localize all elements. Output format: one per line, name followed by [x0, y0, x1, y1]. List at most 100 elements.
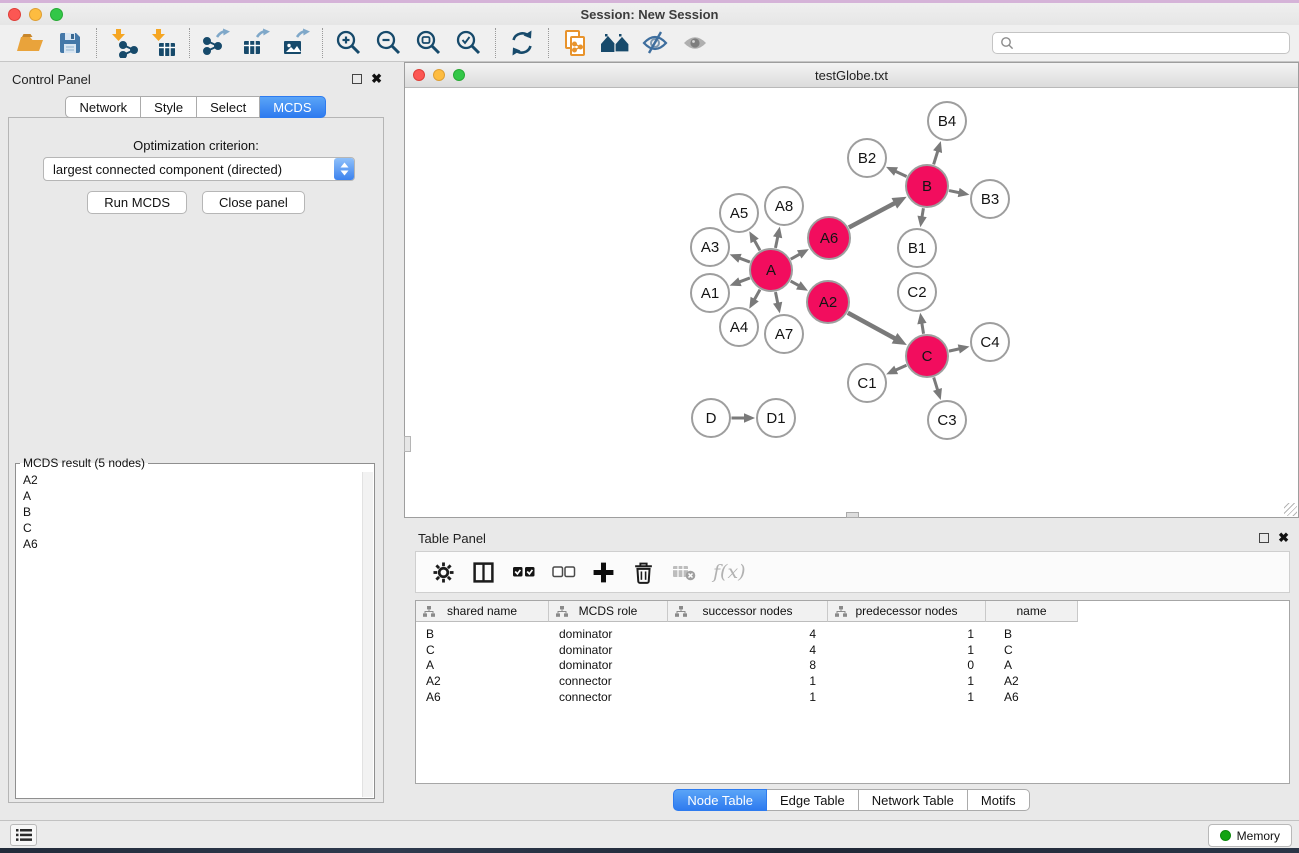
graph-node-A2[interactable]: A2 — [807, 281, 849, 323]
graph-node-A8[interactable]: A8 — [765, 187, 803, 225]
graph-node-B4[interactable]: B4 — [928, 102, 966, 140]
network-graph-canvas[interactable]: B4 B2 B B3 A8A5 A6 A3 B1 A C2 A1 A2 A4A7 C4 C C1 C3 D D1 — [405, 89, 1298, 517]
graph-node-C[interactable]: C — [906, 335, 948, 377]
graph-edge-A2-C[interactable] — [848, 313, 896, 339]
graph-edge-A-A7[interactable] — [775, 292, 777, 304]
zoom-out-icon[interactable] — [369, 27, 409, 59]
graph-node-A[interactable]: A — [750, 249, 792, 291]
graph-node-B3[interactable]: B3 — [971, 180, 1009, 218]
graph-node-B[interactable]: B — [906, 165, 948, 207]
export-network-icon[interactable] — [196, 27, 236, 59]
column-header-shared-name[interactable]: shared name — [416, 601, 549, 622]
graph-edge-A-A8[interactable] — [775, 236, 777, 248]
graph-node-A4[interactable]: A4 — [720, 308, 758, 346]
zoom-fit-icon[interactable] — [409, 27, 449, 59]
result-scrollbar[interactable] — [362, 472, 373, 797]
table-row[interactable]: A2connector11A2 — [416, 673, 1289, 689]
run-mcds-button[interactable]: Run MCDS — [87, 191, 187, 214]
columns-icon[interactable] — [471, 560, 496, 585]
graph-node-A1[interactable]: A1 — [691, 274, 729, 312]
float-panel-icon[interactable] — [1259, 533, 1269, 543]
graph-edge-A-A3[interactable] — [739, 258, 750, 262]
double-house-icon[interactable] — [595, 27, 635, 59]
tab-node-table[interactable]: Node Table — [673, 789, 767, 811]
gear-icon[interactable] — [431, 560, 456, 585]
trash-icon[interactable] — [631, 560, 656, 585]
graph-node-C2[interactable]: C2 — [898, 273, 936, 311]
table-row[interactable]: Adominator80A — [416, 657, 1289, 673]
export-image-icon[interactable] — [276, 27, 316, 59]
table-row[interactable]: Cdominator41C — [416, 642, 1289, 658]
graph-node-D[interactable]: D — [692, 399, 730, 437]
tab-network-table[interactable]: Network Table — [859, 789, 968, 811]
graph-node-D1[interactable]: D1 — [757, 399, 795, 437]
mcds-result-item[interactable]: B — [17, 504, 361, 520]
tab-select[interactable]: Select — [197, 96, 260, 118]
graph-node-C1[interactable]: C1 — [848, 364, 886, 402]
split-divider-handle[interactable] — [846, 512, 859, 518]
table-row[interactable]: Bdominator41B — [416, 626, 1289, 642]
float-panel-icon[interactable] — [352, 74, 362, 84]
graph-edge-A-A2[interactable] — [791, 281, 800, 286]
graph-edge-C-C1[interactable] — [895, 365, 906, 370]
tab-network[interactable]: Network — [65, 96, 141, 118]
select-all-checkboxes-icon[interactable] — [511, 560, 536, 585]
split-divider-handle[interactable] — [404, 436, 411, 452]
graph-node-B2[interactable]: B2 — [848, 139, 886, 177]
graph-node-A6[interactable]: A6 — [808, 217, 850, 259]
graph-node-B1[interactable]: B1 — [898, 229, 936, 267]
graph-node-C3[interactable]: C3 — [928, 401, 966, 439]
mcds-result-item[interactable]: C — [17, 520, 361, 536]
zoom-selected-icon[interactable] — [449, 27, 489, 59]
refresh-icon[interactable] — [502, 27, 542, 59]
graph-edge-A-A1[interactable] — [739, 278, 750, 282]
graph-edge-B-B1[interactable] — [922, 208, 923, 217]
graph-edge-B-B2[interactable] — [895, 171, 907, 176]
show-all-eye-icon[interactable] — [675, 27, 715, 59]
optimization-criterion-dropdown[interactable]: largest connected component (directed) — [43, 157, 355, 181]
task-history-list-icon[interactable] — [10, 824, 37, 846]
graph-edge-A6-B[interactable] — [849, 203, 895, 228]
graph-edge-A-A4[interactable] — [754, 290, 760, 300]
tab-motifs[interactable]: Motifs — [968, 789, 1030, 811]
table-row[interactable]: A6connector11A6 — [416, 689, 1289, 705]
copy-network-icon[interactable] — [555, 27, 595, 59]
mcds-result-item[interactable]: A — [17, 488, 361, 504]
window-resize-grip[interactable] — [1284, 503, 1297, 516]
graph-node-C4[interactable]: C4 — [971, 323, 1009, 361]
import-table-icon[interactable] — [143, 27, 183, 59]
graph-edge-C-C4[interactable] — [949, 349, 960, 351]
save-session-icon[interactable] — [50, 27, 90, 59]
export-table-icon[interactable] — [236, 27, 276, 59]
graph-node-A7[interactable]: A7 — [765, 315, 803, 353]
memory-button[interactable]: Memory — [1208, 824, 1292, 847]
graph-edge-C-C2[interactable] — [922, 323, 924, 334]
tab-edge-table[interactable]: Edge Table — [767, 789, 859, 811]
tab-style[interactable]: Style — [141, 96, 197, 118]
column-header-predecessor-nodes[interactable]: predecessor nodes — [828, 601, 986, 622]
close-panel-button[interactable]: Close panel — [202, 191, 305, 214]
column-header-name[interactable]: name — [986, 601, 1078, 622]
zoom-in-icon[interactable] — [329, 27, 369, 59]
open-session-icon[interactable] — [10, 27, 50, 59]
graph-edge-C-C3[interactable] — [934, 377, 938, 390]
deselect-all-checkboxes-icon[interactable] — [551, 560, 576, 585]
graph-node-A5[interactable]: A5 — [720, 194, 758, 232]
graph-edge-A-A6[interactable] — [791, 254, 800, 259]
add-icon[interactable] — [591, 560, 616, 585]
graph-edge-A-A5[interactable] — [754, 240, 760, 250]
column-header-successor-nodes[interactable]: successor nodes — [668, 601, 828, 622]
close-panel-icon[interactable]: ✖ — [1278, 533, 1289, 543]
hide-selected-eye-slash-icon[interactable] — [635, 27, 675, 59]
mcds-result-item[interactable]: A6 — [17, 536, 361, 552]
graph-edge-B-B4[interactable] — [934, 151, 938, 165]
graph-node-A3[interactable]: A3 — [691, 228, 729, 266]
search-input[interactable] — [1014, 34, 1289, 52]
import-network-icon[interactable] — [103, 27, 143, 59]
delete-table-icon[interactable] — [671, 560, 696, 585]
function-builder-icon[interactable]: f(x) — [713, 561, 746, 583]
column-header-MCDS-role[interactable]: MCDS role — [549, 601, 668, 622]
graph-edge-B-B3[interactable] — [949, 191, 960, 193]
mcds-result-item[interactable]: A2 — [17, 472, 361, 488]
close-panel-icon[interactable]: ✖ — [371, 74, 382, 84]
